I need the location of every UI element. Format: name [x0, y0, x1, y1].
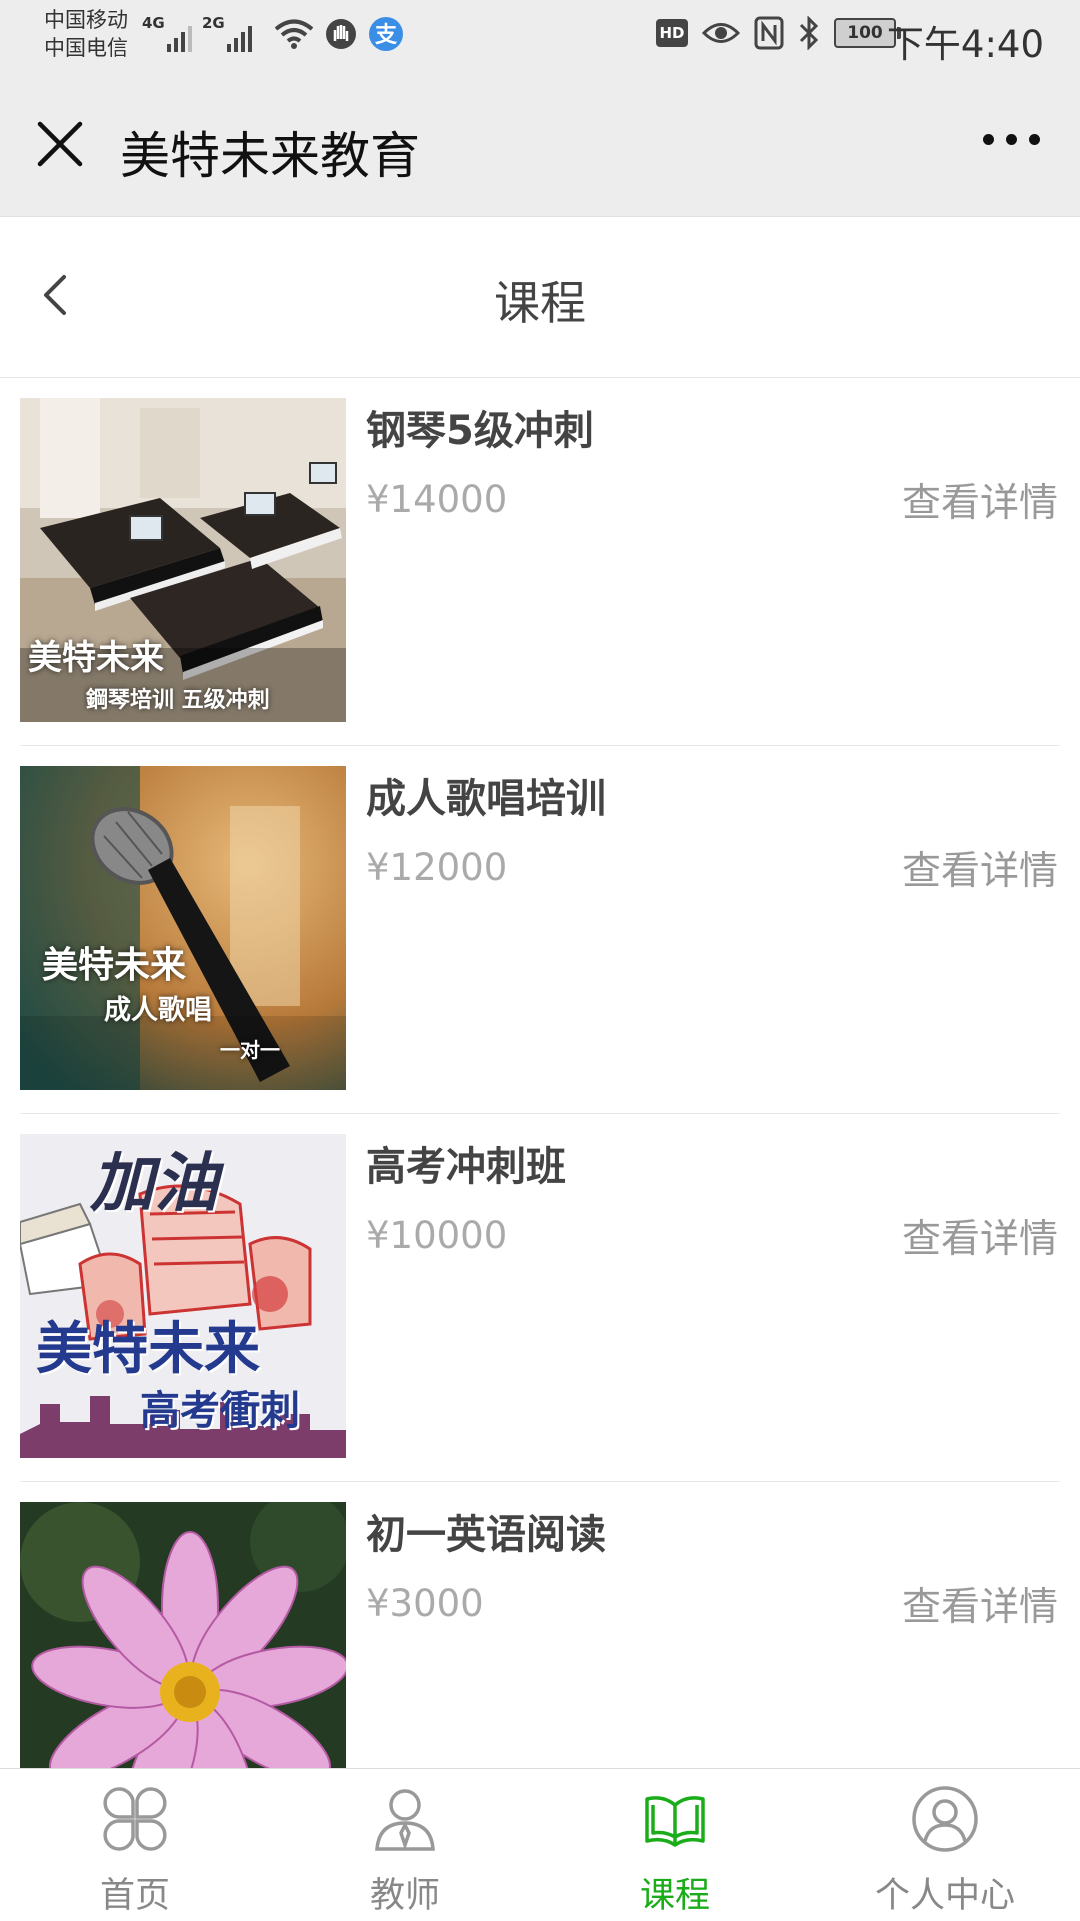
- carrier-2: 中国电信: [44, 36, 128, 60]
- hand-shield-icon: [326, 19, 356, 49]
- course-price: ¥14000: [366, 478, 508, 521]
- thumb-top-text: 加油: [90, 1147, 218, 1221]
- course-price: ¥12000: [366, 846, 508, 889]
- course-thumbnail-singing[interactable]: 美特未来 成人歌唱 一对一: [20, 766, 346, 1090]
- mini-program-titlebar: 美特未来教育: [0, 82, 1080, 217]
- page-title: 课程: [494, 276, 586, 330]
- thumb-subtitle: 高考衝刺: [140, 1388, 300, 1434]
- teacher-icon: [375, 1789, 435, 1851]
- course-name[interactable]: 高考冲刺班: [366, 1134, 566, 1192]
- thumb-subtitle: 成人歌唱: [104, 995, 212, 1026]
- thumb-title: 美特未来: [28, 638, 164, 678]
- nfc-icon: [754, 16, 784, 50]
- tab-teacher-label: 教师: [369, 1876, 440, 1916]
- tab-course-label: 课程: [639, 1876, 710, 1916]
- course-item[interactable]: 加油 美特未来 高考衝刺 高考冲刺班 ¥10000 查看详情: [0, 1114, 1080, 1482]
- thumb-subtitle: 鋼琴培训 五级冲刺: [86, 688, 270, 713]
- user-circle-icon: [912, 1786, 978, 1852]
- thumb-subtitle-2: 一对一: [220, 1038, 280, 1062]
- wifi-icon: [274, 19, 314, 49]
- course-item[interactable]: 美特未来 鋼琴培训 五级冲刺 钢琴5级冲刺 ¥14000 查看详情: [0, 378, 1080, 746]
- view-details-link[interactable]: 查看详情: [902, 1208, 1058, 1264]
- tab-teacher[interactable]: 教师: [270, 1769, 540, 1921]
- course-thumbnail-gaokao[interactable]: 加油 美特未来 高考衝刺: [20, 1134, 346, 1458]
- course-name[interactable]: 钢琴5级冲刺: [366, 398, 594, 456]
- course-name[interactable]: 初一英语阅读: [366, 1502, 606, 1560]
- hd-badge-icon: HD: [656, 19, 688, 47]
- carrier-1: 中国移动: [44, 8, 128, 32]
- course-name[interactable]: 成人歌唱培训: [366, 766, 606, 824]
- close-icon[interactable]: [34, 118, 86, 170]
- book-icon: [645, 1796, 705, 1847]
- eye-icon: [702, 23, 740, 43]
- signal-2g-icon: 2G: [202, 14, 252, 54]
- tab-profile-label: 个人中心: [874, 1876, 1015, 1916]
- svg-text:支: 支: [375, 23, 398, 48]
- bluetooth-icon: [799, 16, 819, 50]
- tab-home[interactable]: 首页: [0, 1769, 270, 1921]
- app-title: 美特未来教育: [120, 127, 420, 185]
- thumb-title: 美特未来: [42, 945, 187, 986]
- status-time: 下午4:40: [886, 23, 1044, 66]
- tab-home-label: 首页: [99, 1876, 170, 1916]
- course-price: ¥3000: [366, 1582, 484, 1625]
- status-icons-left: 支: [274, 16, 404, 52]
- tab-course[interactable]: 课程: [540, 1769, 810, 1921]
- bottom-tab-bar: 首页 教师 课程 个人中心: [0, 1768, 1080, 1921]
- course-price: ¥10000: [366, 1214, 508, 1257]
- view-details-link[interactable]: 查看详情: [902, 1576, 1058, 1632]
- status-icons-right: HD 100: [656, 16, 901, 50]
- signal-2g-label: 2G: [202, 14, 225, 32]
- clover-home-icon: [103, 1787, 167, 1851]
- more-menu-icon[interactable]: [983, 134, 1040, 145]
- signal-4g-label: 4G: [142, 14, 165, 32]
- status-bar: 中国移动 中国电信 4G 2G 支 HD 100 下午4:40: [0, 0, 1080, 82]
- view-details-link[interactable]: 查看详情: [902, 472, 1058, 528]
- signal-4g-icon: 4G: [142, 14, 192, 54]
- page-header: 课程: [0, 217, 1080, 378]
- course-item[interactable]: 美特未来 成人歌唱 一对一 成人歌唱培训 ¥12000 查看详情: [0, 746, 1080, 1114]
- view-details-link[interactable]: 查看详情: [902, 840, 1058, 896]
- signal-group: 4G 2G: [142, 14, 252, 54]
- course-thumbnail-piano[interactable]: 美特未来 鋼琴培训 五级冲刺: [20, 398, 346, 722]
- carrier-labels: 中国移动 中国电信: [44, 6, 128, 62]
- thumb-title: 美特未来: [36, 1317, 260, 1382]
- tab-profile[interactable]: 个人中心: [810, 1769, 1080, 1921]
- alipay-icon: 支: [369, 17, 403, 51]
